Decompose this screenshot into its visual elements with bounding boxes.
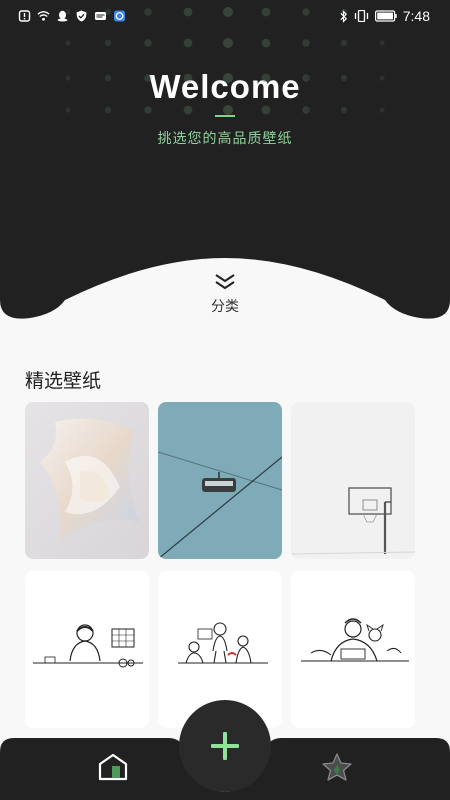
- hero-dot: [379, 40, 385, 46]
- status-time: 7:48: [402, 8, 430, 24]
- hero-dot: [302, 106, 310, 114]
- category-label: 分类: [211, 299, 239, 315]
- alert-icon: [18, 10, 31, 22]
- hero-dot: [183, 73, 193, 83]
- chevron-double-down-icon: [215, 274, 235, 290]
- nav-home-button[interactable]: [97, 752, 129, 782]
- battery-icon: [374, 10, 397, 22]
- browser-icon: [114, 10, 125, 22]
- category-button[interactable]: 分类: [195, 272, 255, 316]
- hero-dot: [144, 106, 152, 114]
- hero-dot: [65, 107, 71, 113]
- hero-dot: [379, 75, 385, 81]
- hero-dot: [340, 39, 348, 47]
- wifi-icon: [37, 11, 50, 21]
- qq-icon: [57, 10, 68, 22]
- shield-icon: [76, 10, 87, 22]
- hero-dot: [65, 40, 71, 46]
- hero-dot: [302, 39, 310, 47]
- home-icon: [98, 753, 128, 781]
- hero-dot: [223, 38, 233, 48]
- add-wallpaper-button[interactable]: [179, 700, 271, 792]
- hero-dot: [65, 75, 71, 81]
- hero-dot: [104, 39, 112, 47]
- section-title: 精选壁纸: [25, 370, 102, 392]
- bluetooth-icon: [340, 9, 347, 23]
- nav-favorites-button[interactable]: [320, 752, 354, 782]
- hero-dot: [223, 105, 233, 115]
- hero-dot: [379, 107, 385, 113]
- mail-icon: [95, 12, 106, 20]
- hero-dot: [302, 74, 310, 82]
- wallpaper-thumb-cable-car[interactable]: [158, 402, 282, 559]
- hero-dot: [183, 38, 193, 48]
- star-icon: [322, 753, 352, 781]
- hero-dot: [183, 105, 193, 115]
- hero-dot: [223, 73, 233, 83]
- hero-dot: [104, 74, 112, 82]
- hero-dot: [144, 39, 152, 47]
- hero-dot: [340, 106, 348, 114]
- hero-subtitle: 挑选您的高品质壁纸: [157, 131, 293, 147]
- hero-dot: [261, 73, 271, 83]
- wallpaper-thumb-basketball-hoop[interactable]: [291, 402, 415, 559]
- wallpaper-thumb-glass-abstract[interactable]: [25, 402, 149, 559]
- hero-dot: [340, 74, 348, 82]
- status-bar: 7:48: [0, 0, 450, 32]
- hero-dot: [261, 38, 271, 48]
- vibrate-icon: [354, 10, 368, 22]
- hero-dot: [104, 106, 112, 114]
- status-left-icons: [18, 10, 126, 22]
- status-right-icons: 7:48: [339, 8, 430, 24]
- plus-icon: [211, 732, 239, 760]
- wallpaper-grid: [25, 402, 417, 728]
- hero-dot: [144, 74, 152, 82]
- hero-dot: [261, 105, 271, 115]
